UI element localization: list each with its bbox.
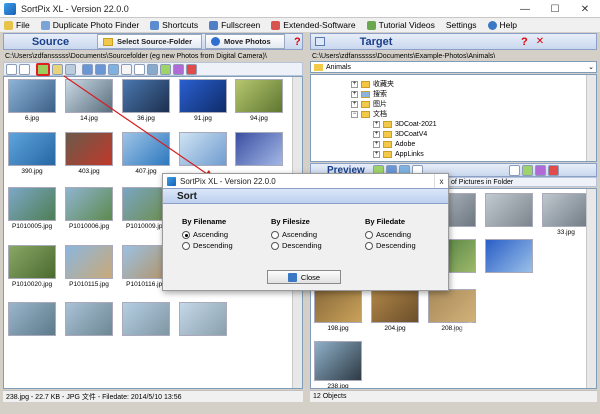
group-by-filesize: By Filesize Ascending Descending xyxy=(271,217,322,250)
dialog-close-icon[interactable]: x xyxy=(434,174,448,188)
radio-filedate-ascending[interactable]: Ascending xyxy=(365,230,416,239)
group-by-filename: By Filename Ascending Descending xyxy=(182,217,233,250)
dialog-header: Sort xyxy=(163,188,448,204)
radio-filesize-ascending[interactable]: Ascending xyxy=(271,230,322,239)
group-by-filedate: By Filedate Ascending Descending xyxy=(365,217,416,250)
sort-dialog: SortPix XL - Version 22.0.0 x Sort By Fi… xyxy=(162,173,449,291)
radio-filesize-descending[interactable]: Descending xyxy=(271,241,322,250)
radio-filename-descending[interactable]: Descending xyxy=(182,241,233,250)
dialog-title-bar: SortPix XL - Version 22.0.0 x xyxy=(163,174,448,188)
app-icon xyxy=(167,176,176,186)
dialog-close-button[interactable]: Close xyxy=(267,270,341,284)
radio-filedate-descending[interactable]: Descending xyxy=(365,241,416,250)
radio-filename-ascending[interactable]: Ascending xyxy=(182,230,233,239)
exit-icon xyxy=(287,272,297,282)
